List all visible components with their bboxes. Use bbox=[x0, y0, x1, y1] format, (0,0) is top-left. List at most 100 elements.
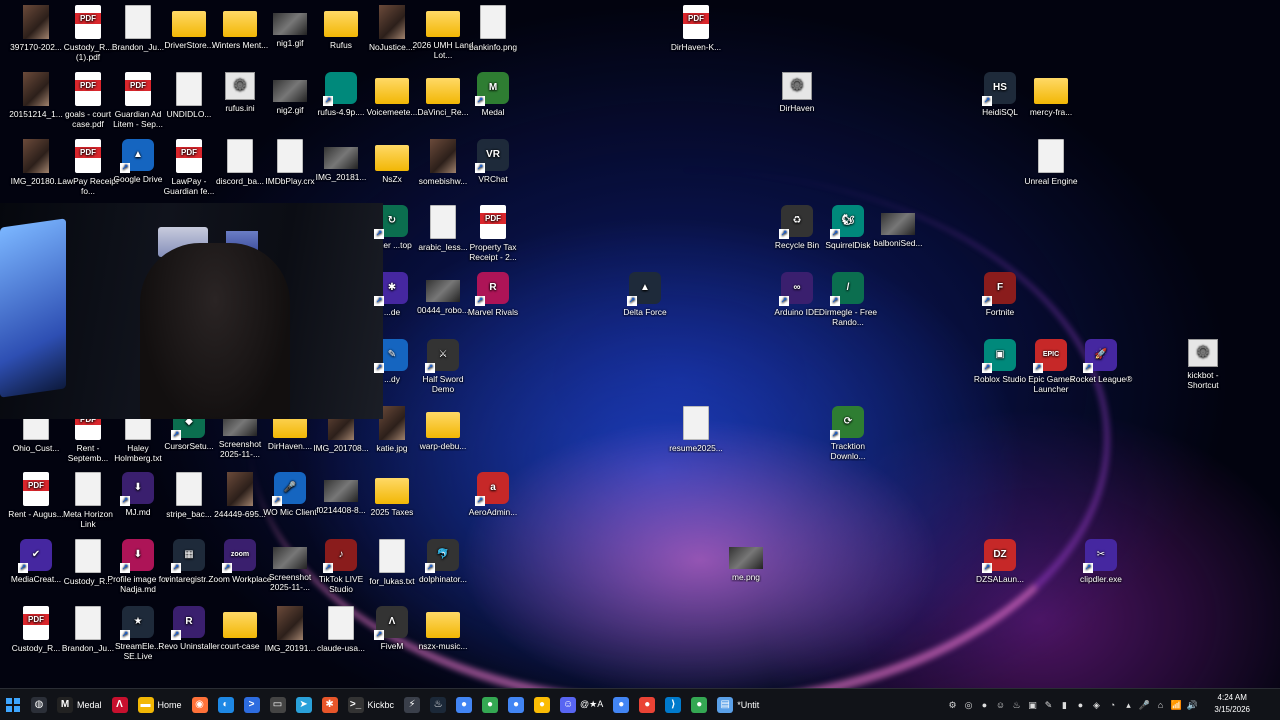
taskbar-app-16[interactable]: ● bbox=[530, 691, 554, 719]
document-file-icon bbox=[176, 472, 202, 506]
taskbar-app-9[interactable]: ✱ bbox=[318, 691, 342, 719]
desktop-icon-nszx-music[interactable]: nszx-music... bbox=[412, 606, 474, 672]
app-shortcut-icon: R bbox=[171, 606, 205, 640]
taskbar-app-label: Medal bbox=[77, 699, 102, 710]
tray-icon-2[interactable]: ● bbox=[979, 700, 990, 711]
taskbar-app-4[interactable]: ◉ bbox=[188, 691, 212, 719]
tray-icon-6[interactable]: ✎ bbox=[1043, 700, 1054, 711]
taskbar-app-1[interactable]: M Medal bbox=[53, 691, 106, 719]
pdf-file-icon bbox=[23, 472, 49, 506]
desktop-icon-clipdler-exe[interactable]: ✂clipdler.exe bbox=[1070, 539, 1132, 605]
taskbar-app-19[interactable]: ● bbox=[635, 691, 659, 719]
folder-icon bbox=[426, 412, 460, 438]
desktop-icon-dirmegle-free-rando[interactable]: /Dirmegle - Free Rando... bbox=[817, 272, 879, 338]
pdf-file-icon bbox=[75, 72, 101, 106]
desktop-icon-dolphinator[interactable]: 🐬dolphinator... bbox=[412, 539, 474, 605]
desktop-icon-dirhaven[interactable]: ⚙ DirHaven bbox=[766, 72, 828, 138]
desktop-icon-delta-force[interactable]: ▲Delta Force bbox=[614, 272, 676, 338]
desktop-icon-kickbot-shortcut[interactable]: ⚙ kickbot - Shortcut bbox=[1172, 339, 1234, 405]
taskbar-app-icon: ⟩ bbox=[665, 696, 682, 713]
desktop-icon-medal[interactable]: MMedal bbox=[462, 72, 524, 138]
desktop-icon-property-tax-receipt-2[interactable]: Property Tax Receipt - 2... bbox=[462, 205, 524, 271]
desktop-icon-label: me.png bbox=[732, 572, 760, 582]
tray-icon-14[interactable]: 📶 bbox=[1171, 700, 1182, 711]
show-desktop-button[interactable] bbox=[1256, 689, 1280, 720]
desktop-icon-unreal-engine[interactable]: Unreal Engine bbox=[1020, 139, 1082, 205]
desktop-icon-warp-debu[interactable]: warp-debu... bbox=[412, 406, 474, 472]
taskbar-app-6[interactable]: > bbox=[240, 691, 264, 719]
desktop-icon-fortnite[interactable]: FFortnite bbox=[969, 272, 1031, 338]
app-shortcut-icon: ∞ bbox=[779, 272, 813, 306]
desktop-icon-label: VRChat bbox=[478, 174, 508, 184]
tray-icon-5[interactable]: ▣ bbox=[1027, 700, 1038, 711]
taskbar-app-2[interactable]: Λ bbox=[108, 691, 132, 719]
taskbar-app-icon: ● bbox=[482, 696, 499, 713]
desktop-icon-mercy-fra[interactable]: mercy-fra... bbox=[1020, 72, 1082, 138]
taskbar-app-10[interactable]: >_ Kickbc bbox=[344, 691, 399, 719]
tray-icon-8[interactable]: ● bbox=[1075, 700, 1086, 711]
tray-icon-11[interactable]: ▴ bbox=[1123, 700, 1134, 711]
desktop-icon-rocket-league[interactable]: 🚀Rocket League® bbox=[1070, 339, 1132, 405]
taskbar-app-15[interactable]: ● bbox=[504, 691, 528, 719]
desktop-icon-half-sword-demo[interactable]: ⚔Half Sword Demo bbox=[412, 339, 474, 405]
taskbar-app-icon: ● bbox=[691, 696, 708, 713]
desktop-icon-label: resume2025... bbox=[669, 443, 723, 453]
desktop-icon-label: dolphinator... bbox=[419, 574, 467, 584]
taskbar-app-3[interactable]: ▬ Home bbox=[134, 691, 186, 719]
tray-icon-13[interactable]: ⌂ bbox=[1155, 700, 1166, 711]
desktop-icon-label: clipdler.exe bbox=[1080, 574, 1122, 584]
taskbar-app-icon: ➤ bbox=[295, 696, 312, 713]
webcam-overlay[interactable] bbox=[0, 203, 383, 419]
desktop-icon-vrchat[interactable]: VRVRChat bbox=[462, 139, 524, 205]
app-shortcut-icon: ⬇ bbox=[120, 539, 154, 573]
taskbar-app-icon: ◍ bbox=[31, 696, 47, 713]
taskbar-clock[interactable]: 4:24 AM 3/15/2026 bbox=[1214, 692, 1250, 716]
tray-icon-7[interactable]: ▮ bbox=[1059, 700, 1070, 711]
desktop-icon-tracktion-downlo[interactable]: ⟳Tracktion Downlo... bbox=[817, 406, 879, 472]
desktop-icon-bankinfo-png[interactable]: bankinfo.png bbox=[462, 5, 524, 71]
desktop-icon-dirhaven-k[interactable]: DirHaven-K... bbox=[665, 5, 727, 71]
taskbar-app-5[interactable]: ◐ bbox=[214, 691, 238, 719]
taskbar-app-11[interactable]: ⚡ bbox=[400, 691, 424, 719]
desktop-icon-aeroadmin[interactable]: aAeroAdmin... bbox=[462, 472, 524, 538]
desktop-icon-balbonised[interactable]: balboniSed... bbox=[867, 205, 929, 271]
taskbar-app-icon: Λ bbox=[111, 696, 128, 713]
desktop-icon-2025-taxes[interactable]: 2025 Taxes bbox=[361, 472, 423, 538]
taskbar-app-8[interactable]: ➤ bbox=[292, 691, 316, 719]
desktop-icon-marvel-rivals[interactable]: RMarvel Rivals bbox=[462, 272, 524, 338]
taskbar-app-13[interactable]: ● bbox=[452, 691, 476, 719]
taskbar-app-22[interactable]: ▤ *Untit bbox=[713, 691, 763, 719]
app-shortcut-icon: a bbox=[475, 472, 509, 506]
taskbar-app-7[interactable]: ▭ bbox=[266, 691, 290, 719]
tray-icon-1[interactable]: ◎ bbox=[963, 700, 974, 711]
taskbar-app-14[interactable]: ● bbox=[478, 691, 502, 719]
taskbar-app-17[interactable]: ☺ @★A bbox=[556, 691, 607, 719]
pdf-file-icon bbox=[176, 139, 202, 173]
tray-icon-4[interactable]: ♨ bbox=[1011, 700, 1022, 711]
desktop-icon-dzsalaun[interactable]: DZDZSALaun... bbox=[969, 539, 1031, 605]
desktop-icon-me-png[interactable]: me.png bbox=[715, 539, 777, 605]
taskbar-app-21[interactable]: ● bbox=[687, 691, 711, 719]
desktop-icon-label: Tracktion Downlo... bbox=[830, 441, 866, 461]
tray-icon-10[interactable]: ◔ bbox=[1107, 700, 1118, 711]
folder-icon bbox=[375, 478, 409, 504]
settings-file-icon: ⚙ bbox=[782, 72, 812, 100]
desktop-icon-resume2025[interactable]: resume2025... bbox=[665, 406, 727, 472]
taskbar-app-icon: >_ bbox=[347, 696, 364, 713]
taskbar-app-18[interactable]: ● bbox=[609, 691, 633, 719]
windows-start-icon bbox=[5, 697, 21, 713]
pdf-file-icon bbox=[75, 5, 101, 39]
pdf-file-icon bbox=[683, 5, 709, 39]
tray-icon-9[interactable]: ◈ bbox=[1091, 700, 1102, 711]
tray-icon-3[interactable]: ☺ bbox=[995, 700, 1006, 711]
tray-icon-0[interactable]: ⚙ bbox=[947, 700, 958, 711]
tray-icon-12[interactable]: 🎤 bbox=[1139, 700, 1150, 711]
taskbar-app-icon: ♨ bbox=[430, 696, 447, 713]
taskbar-app-20[interactable]: ⟩ bbox=[661, 691, 685, 719]
desktop-icon-label: bankinfo.png bbox=[469, 42, 517, 52]
taskbar-app-0[interactable]: ◍ bbox=[27, 691, 51, 719]
start-button[interactable] bbox=[1, 691, 25, 719]
tray-icon-15[interactable]: 🔊 bbox=[1187, 700, 1198, 711]
taskbar-app-12[interactable]: ♨ bbox=[426, 691, 450, 719]
desktop-icon-label: Rocket League® bbox=[1069, 374, 1133, 384]
